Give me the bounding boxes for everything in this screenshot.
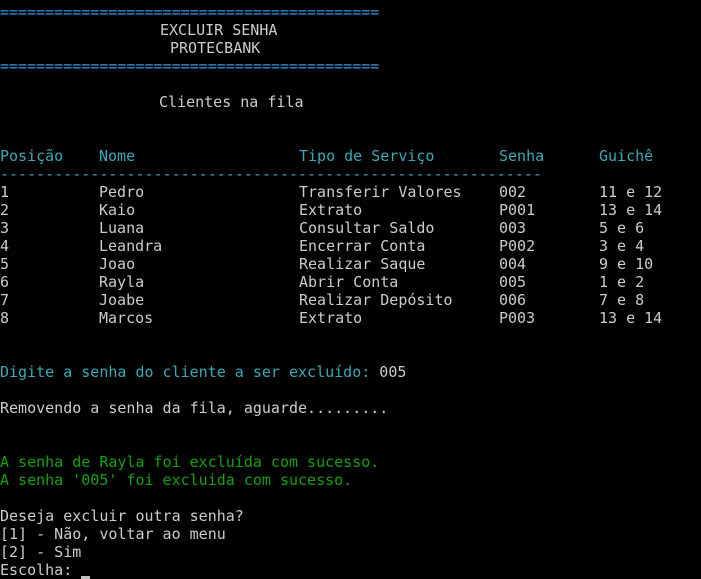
cell-guiche: 1 e 2 — [599, 273, 645, 291]
password-prompt[interactable]: Digite a senha do cliente a ser excluído… — [0, 363, 701, 381]
cell-guiche: 13 e 14 — [599, 201, 663, 219]
table-row: 7 Joabe Realizar Depósito 006 7 e 8 — [0, 291, 701, 309]
password-input-value[interactable]: 005 — [379, 363, 406, 381]
cell-nome: Joao — [99, 255, 136, 273]
cell-posicao: 6 — [0, 273, 10, 291]
cell-posicao: 7 — [0, 291, 10, 309]
cell-servico: Extrato — [299, 309, 363, 327]
cell-posicao: 2 — [0, 201, 10, 219]
menu-question: Deseja excluir outra senha? — [0, 507, 244, 525]
table-row: 2 Kaio Extrato P001 13 e 14 — [0, 201, 701, 219]
column-header-senha: Senha — [499, 147, 545, 165]
queue-heading-text: Clientes na fila — [159, 93, 304, 111]
table-row: 1 Pedro Transferir Valores 002 11 e 12 — [0, 183, 701, 201]
page-title: EXCLUIR SENHA — [0, 21, 701, 39]
cell-servico: Realizar Depósito — [299, 291, 453, 309]
cell-guiche: 11 e 12 — [599, 183, 663, 201]
table-row: 4 Leandra Encerrar Conta P002 3 e 4 — [0, 237, 701, 255]
cell-servico: Abrir Conta — [299, 273, 399, 291]
table-body: 1 Pedro Transferir Valores 002 11 e 12 2 Kaio E… — [0, 183, 701, 327]
header-rule-top: ========================================… — [0, 3, 380, 21]
cell-nome: Rayla — [99, 273, 145, 291]
cell-servico: Realizar Saque — [299, 255, 426, 273]
cell-senha: 004 — [499, 255, 527, 273]
progress-message: Removendo a senha da fila, aguarde......… — [0, 399, 389, 417]
cell-guiche: 7 e 8 — [599, 291, 645, 309]
cell-guiche: 3 e 4 — [599, 237, 645, 255]
column-header-posicao: Posição — [0, 147, 64, 165]
cell-posicao: 4 — [0, 237, 10, 255]
header-rule-bottom: ========================================… — [0, 57, 380, 75]
cell-senha: 006 — [499, 291, 527, 309]
cell-senha: P002 — [499, 237, 536, 255]
column-header-guiche: Guichê — [599, 147, 654, 165]
cell-servico: Encerrar Conta — [299, 237, 426, 255]
terminal-screen: ========================================… — [0, 3, 701, 579]
page-title-text: EXCLUIR SENHA — [160, 21, 278, 39]
cell-servico: Transferir Valores — [299, 183, 462, 201]
page-subtitle-text: PROTECBANK — [170, 39, 261, 57]
cell-servico: Extrato — [299, 201, 363, 219]
success-message-1: A senha de Rayla foi excluída com sucess… — [0, 453, 380, 471]
cell-senha: 005 — [499, 273, 527, 291]
table-row: 3 Luana Consultar Saldo 003 5 e 6 — [0, 219, 701, 237]
menu-option-1[interactable]: [1] - Não, voltar ao menu — [0, 525, 701, 543]
table-row: 5 Joao Realizar Saque 004 9 e 10 — [0, 255, 701, 273]
choice-prompt[interactable]: Escolha: — [0, 561, 701, 579]
cell-guiche: 13 e 14 — [599, 309, 663, 327]
column-header-nome: Nome — [99, 147, 136, 165]
cell-senha: P001 — [499, 201, 536, 219]
cell-posicao: 1 — [0, 183, 10, 201]
column-header-servico: Tipo de Serviço — [299, 147, 435, 165]
table-row: 8 Marcos Extrato P003 13 e 14 — [0, 309, 701, 327]
cell-guiche: 5 e 6 — [599, 219, 645, 237]
table-header: Posição Nome Tipo de Serviço Senha Guichê — [0, 147, 701, 165]
cell-posicao: 5 — [0, 255, 10, 273]
cell-nome: Marcos — [99, 309, 154, 327]
cell-posicao: 3 — [0, 219, 10, 237]
cell-nome: Kaio — [99, 201, 136, 219]
cell-posicao: 8 — [0, 309, 10, 327]
table-row: 6 Rayla Abrir Conta 005 1 e 2 — [0, 273, 701, 291]
cell-senha: P003 — [499, 309, 536, 327]
cell-servico: Consultar Saldo — [299, 219, 435, 237]
page-subtitle: PROTECBANK — [0, 39, 701, 57]
choice-prompt-label: Escolha: — [0, 561, 82, 579]
cell-guiche: 9 e 10 — [599, 255, 654, 273]
cell-senha: 002 — [499, 183, 527, 201]
cell-nome: Pedro — [99, 183, 145, 201]
cell-nome: Joabe — [99, 291, 145, 309]
menu-option-2[interactable]: [2] - Sim — [0, 543, 701, 561]
password-prompt-label: Digite a senha do cliente a ser excluído… — [0, 363, 380, 381]
queue-heading: Clientes na fila — [0, 93, 701, 111]
table-separator: ----------------------------------------… — [0, 165, 542, 183]
success-message-2: A senha '005' foi excluida com sucesso. — [0, 471, 353, 489]
cell-senha: 003 — [499, 219, 527, 237]
cell-nome: Leandra — [99, 237, 163, 255]
cell-nome: Luana — [99, 219, 145, 237]
